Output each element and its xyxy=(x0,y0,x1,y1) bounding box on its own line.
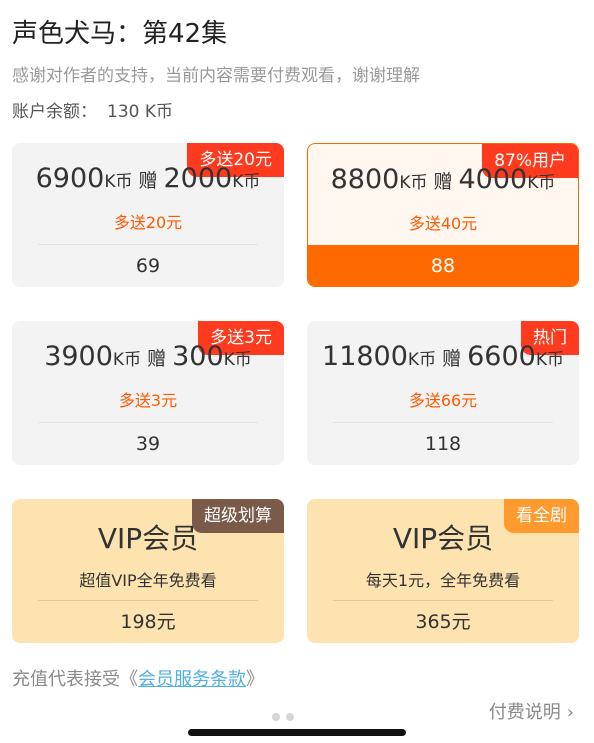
page-indicator xyxy=(272,706,300,725)
package-offer: 6900K币赠 2000K币 xyxy=(35,163,261,194)
vip-package-daily[interactable]: 看全剧 VIP会员 每天1元，全年免费看 365元 xyxy=(307,499,579,643)
support-notice: 感谢对作者的支持，当前内容需要付费观看，谢谢理解 xyxy=(12,66,420,86)
package-price: 88 xyxy=(308,245,578,286)
vip-description: 每天1元，全年免费看 xyxy=(365,571,521,590)
chevron-right-icon: › xyxy=(566,702,574,723)
page-dot xyxy=(286,713,294,721)
package-bonus: 多送20元 xyxy=(113,213,183,232)
terms-link[interactable]: 会员服务条款 xyxy=(138,669,246,690)
page-dot xyxy=(272,713,280,721)
package-price: 118 xyxy=(424,433,462,455)
package-offer: 8800K币赠 4000K币 xyxy=(330,164,556,195)
vip-price: 198元 xyxy=(120,611,176,633)
vip-price: 365元 xyxy=(415,611,471,633)
package-bonus: 多送40元 xyxy=(408,214,478,233)
package-bonus: 多送3元 xyxy=(118,391,178,410)
coin-package-3900[interactable]: 多送3元 3900K币赠 300K币 多送3元 39 xyxy=(12,321,284,465)
balance-value: 130 K币 xyxy=(107,102,173,122)
package-price: 69 xyxy=(135,255,161,277)
account-balance: 账户余额： 130 K币 xyxy=(12,97,173,122)
vip-title: VIP会员 xyxy=(97,522,199,555)
terms-notice: 充值代表接受《会员服务条款》 xyxy=(12,669,264,690)
coin-package-8800[interactable]: 87%用户 8800K币赠 4000K币 多送40元 88 xyxy=(307,143,579,287)
home-indicator[interactable] xyxy=(188,729,406,736)
coin-package-6900[interactable]: 多送20元 6900K币赠 2000K币 多送20元 69 xyxy=(12,143,284,287)
payment-help-link[interactable]: 付费说明 › xyxy=(489,698,574,724)
package-price: 39 xyxy=(135,433,161,455)
package-bonus: 多送66元 xyxy=(408,391,478,410)
coin-package-11800[interactable]: 热门 11800K币赠 6600K币 多送66元 118 xyxy=(307,321,579,465)
vip-package-annual[interactable]: 超级划算 VIP会员 超值VIP全年免费看 198元 xyxy=(12,499,284,643)
page-title: 声色犬马：第42集 xyxy=(12,19,228,49)
vip-description: 超值VIP全年免费看 xyxy=(79,571,217,590)
package-offer: 11800K币赠 6600K币 xyxy=(322,341,564,372)
balance-label: 账户余额： xyxy=(12,102,97,122)
vip-title: VIP会员 xyxy=(392,522,494,555)
package-offer: 3900K币赠 300K币 xyxy=(44,341,252,372)
